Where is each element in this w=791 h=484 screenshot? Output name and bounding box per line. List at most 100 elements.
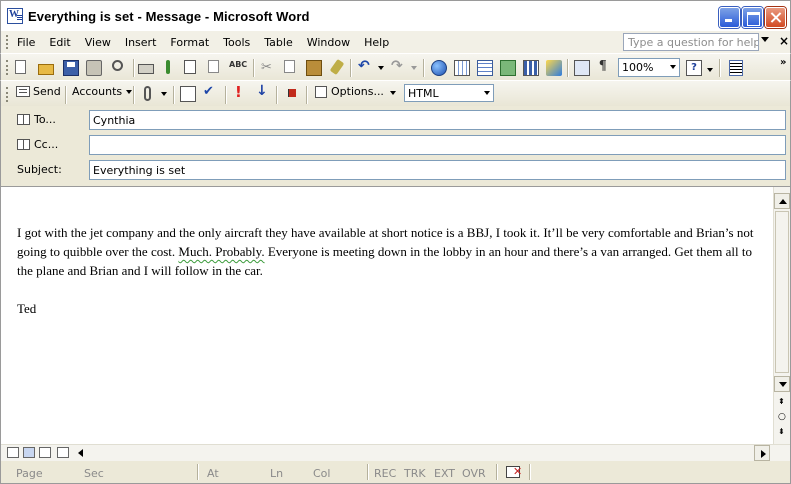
message-format-value: HTML xyxy=(408,87,439,100)
to-field[interactable]: Cynthia xyxy=(89,110,786,130)
menu-grip[interactable] xyxy=(6,35,9,49)
title-bar[interactable]: Everything is set - Message - Microsoft … xyxy=(0,0,791,31)
menu-file[interactable]: File xyxy=(14,34,42,51)
search-icon[interactable] xyxy=(112,60,123,71)
save-icon[interactable] xyxy=(63,60,79,76)
menu-format[interactable]: Format xyxy=(163,34,216,51)
format-painter-icon[interactable] xyxy=(329,58,345,76)
insert-table-icon[interactable] xyxy=(477,60,493,76)
research-icon[interactable] xyxy=(166,60,170,74)
spelling-status-icon[interactable] xyxy=(506,465,522,478)
print-layout-view-icon[interactable] xyxy=(39,447,51,458)
zoom-dropdown-icon[interactable] xyxy=(670,65,676,69)
hyperlink-globe-icon[interactable] xyxy=(431,60,447,76)
insert-spreadsheet-icon[interactable] xyxy=(500,60,516,76)
align-left-icon[interactable] xyxy=(729,60,743,76)
outline-view-icon[interactable] xyxy=(57,447,69,458)
normal-view-icon[interactable] xyxy=(7,447,19,458)
address-book-icon xyxy=(17,139,30,150)
message-format-dropdown-icon[interactable] xyxy=(484,91,490,95)
toolbar-separator xyxy=(65,86,66,104)
tables-borders-icon[interactable] xyxy=(454,60,470,76)
scroll-left-icon[interactable] xyxy=(78,449,83,457)
toolbar-options-chevron-icon[interactable]: » xyxy=(780,57,786,68)
drawing-icon[interactable] xyxy=(546,60,562,76)
print-preview-icon[interactable] xyxy=(184,60,196,74)
word-app-icon[interactable] xyxy=(7,8,23,24)
cc-field[interactable] xyxy=(89,135,786,155)
menu-window[interactable]: Window xyxy=(300,34,357,51)
open-folder-icon[interactable] xyxy=(38,64,54,75)
message-format-select[interactable]: HTML xyxy=(404,84,494,102)
research-copy-icon[interactable] xyxy=(208,60,219,73)
scroll-up-button[interactable] xyxy=(774,193,790,209)
next-page-icon[interactable]: ⇟ xyxy=(778,427,785,436)
toolbar-grip[interactable] xyxy=(6,87,8,102)
web-layout-view-icon[interactable] xyxy=(23,447,35,458)
scroll-down-button[interactable] xyxy=(774,376,790,392)
undo-dropdown-icon[interactable] xyxy=(378,66,384,70)
menu-help[interactable]: Help xyxy=(357,34,396,51)
attach-file-icon[interactable] xyxy=(144,86,151,101)
scroll-thumb[interactable] xyxy=(775,211,789,373)
menu-edit[interactable]: Edit xyxy=(42,34,77,51)
status-overtype[interactable]: OVR xyxy=(462,467,486,480)
message-body[interactable]: I got with the jet company and the only … xyxy=(17,223,762,318)
accounts-label: Accounts xyxy=(72,85,123,98)
attach-dropdown-icon[interactable] xyxy=(161,92,167,96)
redo-icon[interactable]: ↷ xyxy=(391,58,407,74)
status-track-changes[interactable]: TRK xyxy=(404,467,426,480)
address-book-icon[interactable] xyxy=(180,86,196,102)
select-browse-object-icon[interactable]: ○ xyxy=(778,412,786,422)
minimize-button[interactable] xyxy=(719,7,740,28)
importance-low-icon[interactable]: ↓ xyxy=(256,83,272,99)
send-icon xyxy=(16,86,30,97)
copy-icon[interactable] xyxy=(284,60,295,73)
maximize-button[interactable] xyxy=(742,7,763,28)
vertical-scrollbar[interactable]: ⇞ ○ ⇟ xyxy=(773,187,790,444)
permission-icon[interactable] xyxy=(86,60,102,76)
follow-up-flag-icon[interactable] xyxy=(288,89,296,97)
help-icon[interactable]: ? xyxy=(686,60,702,76)
menu-tools[interactable]: Tools xyxy=(216,34,257,51)
show-formatting-icon[interactable]: ¶ xyxy=(599,58,615,74)
toolbar-grip[interactable] xyxy=(6,60,8,75)
spelling-icon[interactable]: ABC xyxy=(229,60,247,76)
options-button[interactable]: Options... xyxy=(315,85,384,98)
options-dropdown-icon[interactable] xyxy=(390,91,396,95)
subject-field[interactable]: Everything is set xyxy=(89,160,786,180)
menu-table[interactable]: Table xyxy=(257,34,299,51)
options-label: Options... xyxy=(331,85,384,98)
document-area[interactable]: I got with the jet company and the only … xyxy=(0,186,791,461)
cc-button[interactable]: Cc... xyxy=(17,138,58,151)
check-names-icon[interactable]: ✔ xyxy=(203,84,219,100)
ask-question-input[interactable]: Type a question for help xyxy=(623,33,759,51)
accounts-button[interactable]: Accounts xyxy=(72,85,133,98)
paste-icon[interactable] xyxy=(306,60,322,76)
options-icon xyxy=(315,85,327,98)
help-dropdown-icon[interactable] xyxy=(707,68,713,72)
undo-icon[interactable]: ↶ xyxy=(358,58,374,74)
cut-icon[interactable]: ✂ xyxy=(261,60,277,76)
menu-insert[interactable]: Insert xyxy=(118,34,164,51)
close-button[interactable] xyxy=(765,7,786,28)
status-record-macro[interactable]: REC xyxy=(374,467,396,480)
grammar-flagged-text[interactable]: Much. Probably. xyxy=(178,244,264,259)
to-button[interactable]: To... xyxy=(17,113,56,126)
scroll-right-button[interactable] xyxy=(754,445,770,461)
previous-page-icon[interactable]: ⇞ xyxy=(778,397,785,406)
importance-high-icon[interactable]: ! xyxy=(235,83,251,101)
send-button[interactable]: Send xyxy=(16,85,61,98)
new-document-icon[interactable] xyxy=(15,60,26,74)
print-icon[interactable] xyxy=(138,64,154,74)
zoom-select[interactable]: 100% xyxy=(618,58,680,77)
document-map-icon[interactable] xyxy=(574,60,590,76)
cc-label: Cc... xyxy=(34,138,59,151)
subject-label: Subject: xyxy=(17,163,62,176)
status-extend[interactable]: EXT xyxy=(434,467,455,480)
columns-icon[interactable] xyxy=(523,60,539,76)
redo-dropdown-icon[interactable] xyxy=(411,66,417,70)
menu-view[interactable]: View xyxy=(78,34,118,51)
ask-question-dropdown-icon[interactable] xyxy=(761,37,769,42)
document-close-icon[interactable]: × xyxy=(779,34,789,48)
